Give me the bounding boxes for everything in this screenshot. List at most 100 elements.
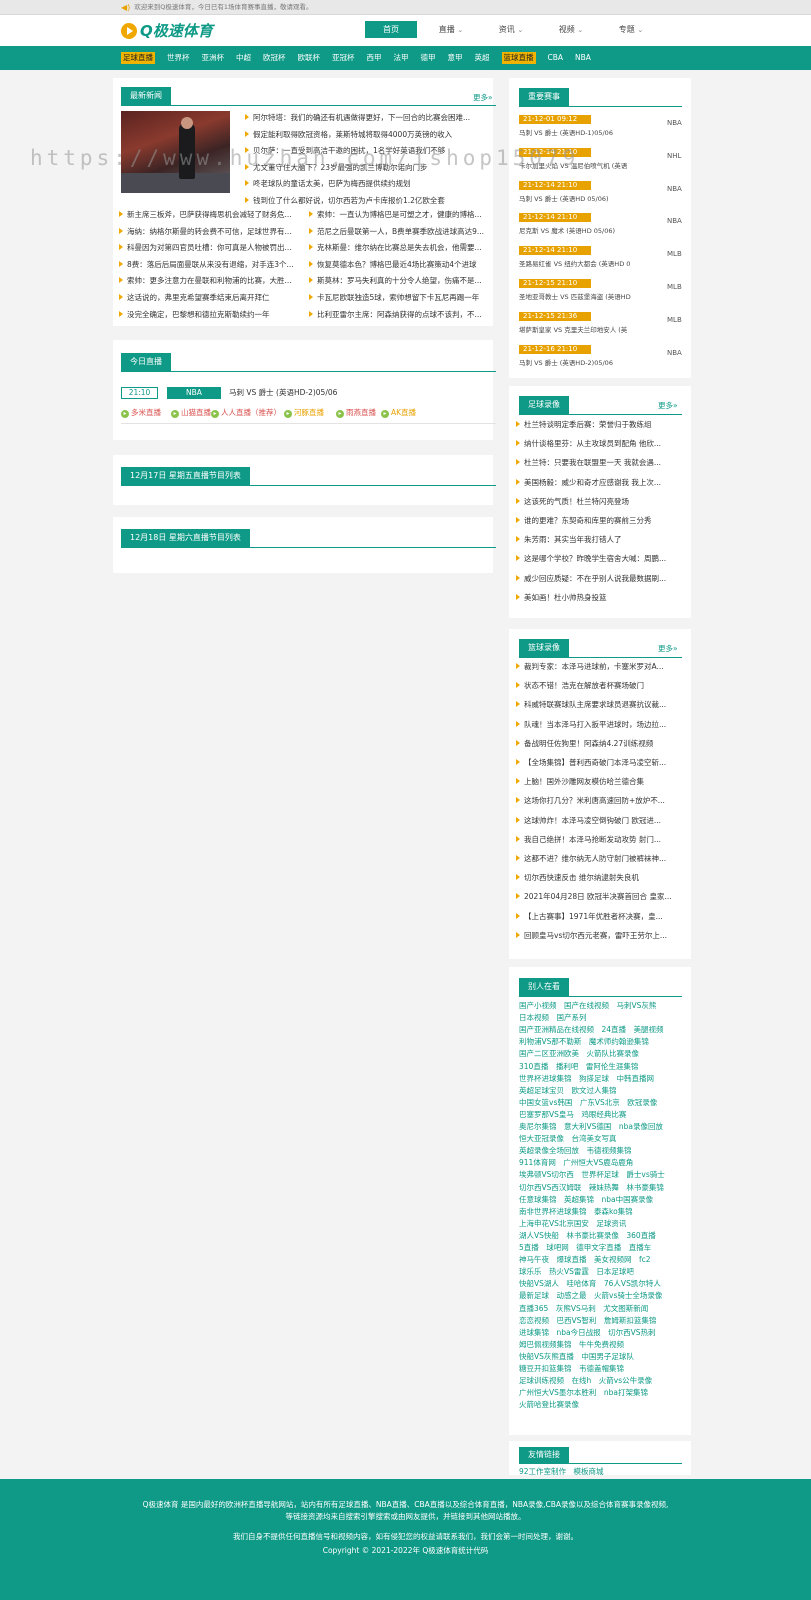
football-video-item[interactable]: 这是哪个学校？昨晚学生宿舍大喊：周鹏...: [516, 554, 682, 564]
match-name[interactable]: 圣路易红雀 VS 纽约大都会 (英语HD 0: [519, 258, 630, 268]
news-item[interactable]: 8费：落后后局面曼联从来没有退缩，对手连3个...: [119, 260, 306, 270]
match-name[interactable]: 圣地亚哥教士 VS 匹兹堡海盗 (英语HD: [519, 291, 631, 301]
category-link[interactable]: 德甲: [421, 52, 436, 64]
news-item[interactable]: 索帅：更多注意力在曼联和利物浦的比赛，大胜...: [119, 276, 306, 286]
football-video-item[interactable]: 朱芳雨：其实当年我打错人了: [516, 535, 682, 545]
basketball-video-item[interactable]: 状态不错！浩克在解放者杯赛场破门: [516, 681, 682, 691]
others-link-row[interactable]: 日本视频 国产系列: [519, 1012, 587, 1023]
category-link[interactable]: CBA: [548, 52, 564, 64]
others-link-row[interactable]: 国产二区亚洲欧美 火箭队比赛录像: [519, 1048, 639, 1059]
category-link[interactable]: 欧冠杯: [263, 52, 286, 64]
match-name[interactable]: 马刺 VS 爵士 (英语HD-1)05/06: [519, 127, 613, 137]
news-item[interactable]: 科曼因为对第四官员吐槽：你可真是人物被罚出...: [119, 243, 306, 253]
match-name[interactable]: 尼克斯 VS 魔术 (英语HD 05/06): [519, 225, 615, 235]
others-link-row[interactable]: 糖豆开扣篮集锦 韦德盖帽集锦: [519, 1363, 624, 1374]
basketball-video-item[interactable]: 【全场集锦】普利西奇破门本泽马凌空斩...: [516, 758, 682, 768]
others-link-row[interactable]: 巴塞罗那VS皇马 鸡眼经典比赛: [519, 1109, 626, 1120]
basketball-video-item[interactable]: 回顾皇马vs切尔西元老赛，雷吓王劳尔上...: [516, 931, 682, 941]
others-link-row[interactable]: 恋恋视频 巴西VS智利 詹姆斯扣篮集锦: [519, 1315, 656, 1326]
match-name[interactable]: 堪萨斯皇家 VS 克里夫兰印地安人 (英: [519, 324, 627, 334]
basketball-video-item[interactable]: 裁判专家：本泽马进球前，卡塞米罗对A...: [516, 662, 682, 672]
category-link[interactable]: 法甲: [394, 52, 409, 64]
others-link-row[interactable]: 利物浦VS那不勒斯 魔术师约翰逊集锦: [519, 1036, 649, 1047]
news-item[interactable]: 克林斯曼：维尔纳在比赛总是失去机会，他需要...: [309, 243, 492, 253]
football-video-item[interactable]: 纳什谈格里芬：从主攻球员到配角 他欣...: [516, 439, 682, 449]
category-link[interactable]: 西甲: [367, 52, 382, 64]
others-link-row[interactable]: 英超录像全场回放 韦德视频集锦: [519, 1145, 632, 1156]
category-link[interactable]: 亚洲杯: [202, 52, 225, 64]
others-link-row[interactable]: 广州恒大VS墨尔本胜利 nba打架集锦: [519, 1387, 648, 1398]
news-more-link[interactable]: 更多»: [473, 92, 493, 103]
others-link-row[interactable]: 国产亚洲精品在线视频 24直播 美腿视频: [519, 1024, 664, 1035]
news-item[interactable]: 新主席三板斧，巴萨获得梅思机会减轻了财务危...: [119, 210, 306, 220]
others-link-row[interactable]: 直播365 灰熊VS马刺 尤文图斯新闻: [519, 1303, 648, 1314]
others-link-row[interactable]: 奥尼尔集锦 意大利VS德国 nba录像回放: [519, 1121, 663, 1132]
others-link-row[interactable]: 快船VS灰熊直播 中国男子足球队: [519, 1351, 634, 1362]
category-link[interactable]: 篮球直播: [501, 52, 536, 64]
basketball-video-item[interactable]: 队魂！当本泽马打入扳平进球时，场边拉...: [516, 720, 682, 730]
news-featured-item[interactable]: 假定能利取得欧冠资格，莱斯特城将取得4000万英镑的收入: [245, 130, 491, 140]
others-link-row[interactable]: 英超足球宝贝 欧文过人集锦: [519, 1085, 617, 1096]
category-link[interactable]: NBA: [575, 52, 591, 64]
channel-link[interactable]: ▸ 雨燕直播: [336, 407, 376, 418]
basketball-video-item[interactable]: 上脑！国外沙雕网友模仿哈兰德合集: [516, 777, 682, 787]
football-video-item[interactable]: 美如画！杜小帅热身投篮: [516, 593, 682, 603]
schedule-day2-title[interactable]: 12月18日 星期六直播节目列表: [121, 529, 250, 547]
news-item[interactable]: 海纳：纳格尔斯曼的转会费不可信，足球世界有...: [119, 227, 306, 237]
nav-item[interactable]: 视频 ⌄: [545, 21, 597, 38]
basketball-video-more-link[interactable]: 更多»: [658, 643, 678, 654]
schedule-day1-title[interactable]: 12月17日 星期五直播节目列表: [121, 467, 250, 485]
category-link[interactable]: 意甲: [448, 52, 463, 64]
basketball-video-item[interactable]: 这都不进？维尔纳无人防守射门被裤袜神...: [516, 854, 682, 864]
football-video-item[interactable]: 美国杨毅：威少和奇才应感谢我 我上次...: [516, 478, 682, 488]
others-link-row[interactable]: 310直播 播利吧 雷阿伦生涯集锦: [519, 1061, 638, 1072]
news-item[interactable]: 斯莫林：罗马失利真的十分令人绝望，伤痛不是...: [309, 276, 492, 286]
logo[interactable]: Q极速体育: [121, 20, 213, 41]
basketball-video-item[interactable]: 备战明任佐狗里！阿森纳4.27训练视频: [516, 739, 682, 749]
others-link-row[interactable]: 国产小视频 国产在线视频 马刺VS灰熊: [519, 1000, 656, 1011]
category-link[interactable]: 中超: [236, 52, 251, 64]
news-item[interactable]: 这话说的，弗里克希望赛季结束后离开拜仁: [119, 293, 306, 303]
channel-link[interactable]: ▸ AK直播: [381, 407, 416, 418]
others-link-row[interactable]: 火箭哈登比赛录像: [519, 1399, 579, 1410]
others-link-row[interactable]: 姆巴佩视频集锦 牛牛免费视频: [519, 1339, 624, 1350]
basketball-video-item[interactable]: 2021年04月28日 欧冠半决赛首回合 皇家...: [516, 892, 682, 902]
others-link-row[interactable]: 911体育网 广州恒大VS鹿岛鹿角: [519, 1157, 633, 1168]
nav-item[interactable]: 直播 ⌄: [425, 21, 477, 38]
others-link-row[interactable]: 足球训练视频 在线h 火箭vs公牛录像: [519, 1375, 652, 1386]
others-link-row[interactable]: 南非世界杯进球集锦 泰森ko集锦: [519, 1206, 633, 1217]
news-item[interactable]: 恢复莫德本色？博格巴最近4场比赛策动4个进球: [309, 260, 492, 270]
others-link-row[interactable]: 进球集锦 nba今日战报 切尔西VS热刺: [519, 1327, 656, 1338]
nav-item[interactable]: 首页: [365, 21, 417, 38]
others-link-row[interactable]: 最新足球 动感之最 火箭vs骑士全场录像: [519, 1290, 662, 1301]
live-match[interactable]: 马刺 VS 爵士 (英语HD-2)05/06: [229, 388, 337, 398]
others-link-row[interactable]: 上海申花VS北京国安 足球资讯: [519, 1218, 626, 1229]
others-link-row[interactable]: 世界杯进球集锦 狗搽足球 中韩直播网: [519, 1073, 654, 1084]
basketball-video-item[interactable]: 这球帅炸！本泽马凌空倒钩破门 欧冠进...: [516, 816, 682, 826]
channel-link[interactable]: ▸ 人人直播（推荐）: [211, 407, 281, 418]
news-item[interactable]: 索帅：一直认为博格巴是可塑之才，健康的博格...: [309, 210, 492, 220]
category-link[interactable]: 亚冠杯: [332, 52, 355, 64]
channel-link[interactable]: ▸ 河豚直播: [284, 407, 324, 418]
category-link[interactable]: 世界杯: [167, 52, 190, 64]
others-link-row[interactable]: 埃弗顿VS切尔西 世界杯足球 爵士vs骑士: [519, 1169, 665, 1180]
basketball-video-item[interactable]: 【上古赛事】1971年优胜者杯决赛，皇...: [516, 912, 682, 922]
news-item[interactable]: 没完全确定，巴黎想和德拉克斯勒续约一年: [119, 310, 306, 320]
football-video-item[interactable]: 谁的更难？东契奇和库里的赛前三分秀: [516, 516, 682, 526]
football-video-item[interactable]: 威少回应质疑：不在乎别人说我最数据刷...: [516, 574, 682, 584]
others-link-row[interactable]: 5直播 球吧网 德甲文字直播 直播车: [519, 1242, 651, 1253]
news-item[interactable]: 范尼之后曼联第一人，B费单赛季欧战进球高达9...: [309, 227, 492, 237]
category-link[interactable]: 英超: [475, 52, 490, 64]
live-category[interactable]: NBA: [167, 387, 221, 399]
news-item[interactable]: 卡瓦尼欧联独造5球，索帅想留下卡瓦尼再踢一年: [309, 293, 492, 303]
others-link-row[interactable]: 中国女篮vs韩国 广东VS北京 欧冠录像: [519, 1097, 657, 1108]
basketball-video-item[interactable]: 切尔西快速反击 维尔纳逮射失良机: [516, 873, 682, 883]
basketball-video-item[interactable]: 科威特联赛球队主席要求球员退赛抗议裁...: [516, 700, 682, 710]
others-link-row[interactable]: 切尔西VS西汉姆联 辣妹热舞 林书豪集锦: [519, 1182, 664, 1193]
news-featured-item[interactable]: 阿尔特塔：我们的确还有机遇做得更好，下一回合的比赛会困难...: [245, 113, 491, 123]
news-featured-item[interactable]: 钱到位了什么都好说，切尔西若为卢卡库报价1.2亿欧全套: [245, 196, 491, 206]
channel-link[interactable]: ▸ 多米直播: [121, 407, 161, 418]
others-link-row[interactable]: 任意球集锦 英超集锦 nba中国赛录像: [519, 1194, 653, 1205]
nav-item[interactable]: 专题 ⌄: [605, 21, 657, 38]
football-video-item[interactable]: 杜兰特谈明定季后赛：荣誉归于教练组: [516, 420, 682, 430]
